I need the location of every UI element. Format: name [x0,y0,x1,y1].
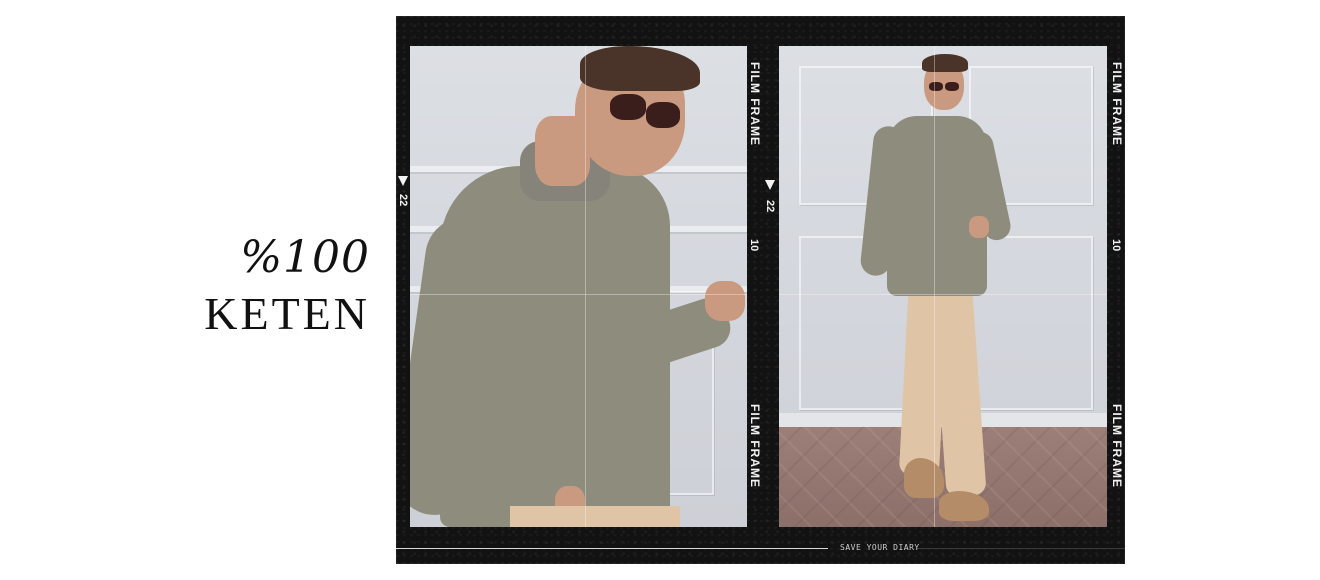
headline-percent: %100 [240,232,370,283]
film-frame-label: FILM FRAME [748,62,762,146]
film-frame-label: FILM FRAME [748,404,762,488]
frame-counter-right: 10 [1110,239,1122,252]
photo-frame-right[interactable] [779,46,1107,527]
photo-frame-left[interactable] [410,46,747,527]
frame-marker-icon [765,180,775,190]
film-strip-banner[interactable]: 22 FILM FRAME 22 10 FILM FRAME FILM FRAM… [396,16,1125,564]
frame-marker-icon [398,176,408,186]
model-photo-full [779,46,1107,527]
divider [916,548,1125,549]
headline-word: KETEN [204,288,370,339]
divider [396,548,828,549]
film-frame-label: FILM FRAME [1110,404,1124,488]
model-photo-closeup [410,46,747,527]
headline: %100 KETEN [150,232,370,342]
film-caption: SAVE YOUR DIARY [840,543,920,552]
frame-number-center: 22 [764,200,776,213]
film-frame-label: FILM FRAME [1110,62,1124,146]
frame-counter-center: 10 [748,239,760,252]
frame-number-left: 22 [397,194,409,207]
